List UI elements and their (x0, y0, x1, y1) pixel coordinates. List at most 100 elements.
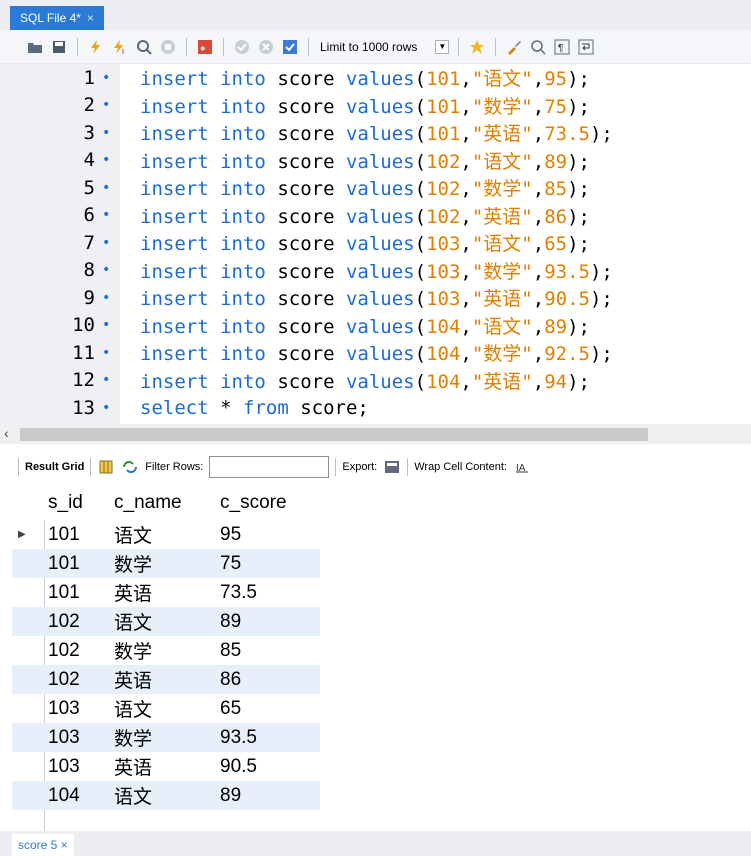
table-name: score (277, 68, 335, 91)
cell-s-id[interactable]: 102 (48, 640, 80, 662)
code-line[interactable]: 13 • select * from score; (0, 394, 751, 422)
save-icon[interactable] (50, 38, 68, 56)
table-row[interactable]: 101 英语 73.5 (12, 578, 320, 607)
result-grid-button[interactable]: Result Grid (25, 461, 84, 473)
cell-s-id[interactable]: 102 (48, 611, 80, 633)
close-icon[interactable]: × (61, 838, 68, 852)
cell-s-id[interactable]: 101 (48, 553, 80, 575)
table-row[interactable]: 103 数学 93.5 (12, 723, 320, 752)
limit-rows-select[interactable]: Limit to 1000 rows (320, 40, 417, 54)
code-line[interactable]: 6 • insert into score values(102,"英语",86); (0, 202, 751, 230)
export-icon[interactable] (383, 458, 401, 476)
filter-rows-input[interactable] (209, 456, 330, 478)
beautify-icon[interactable] (468, 38, 486, 56)
code-line[interactable]: 3 • insert into score values(101,"英语",73.5… (0, 119, 751, 147)
table-row[interactable]: 104 语文 89 (12, 781, 320, 810)
cell-c-name[interactable]: 英语 (114, 666, 152, 693)
table-row[interactable]: 101 数学 75 (12, 549, 320, 578)
code-punctuation (209, 233, 220, 255)
cell-s-id[interactable]: 102 (48, 669, 80, 691)
rollback-icon[interactable] (257, 38, 275, 56)
column-header-s-id[interactable]: s_id (48, 492, 83, 514)
code-line[interactable]: 12 • insert into score values(104,"英语",94)… (0, 367, 751, 395)
code-punctuation: ( (414, 178, 427, 201)
cell-c-score[interactable]: 75 (220, 553, 241, 575)
cell-c-score[interactable]: 90.5 (220, 756, 257, 778)
code-line[interactable]: 4 • insert into score values(102,"语文",89); (0, 147, 751, 175)
chevron-down-icon[interactable]: ▼ (435, 39, 450, 54)
cell-c-name[interactable]: 语文 (114, 521, 152, 548)
cell-s-id[interactable]: 101 (48, 582, 80, 604)
code-line[interactable]: 9 • insert into score values(103,"英语",90.5… (0, 284, 751, 312)
wrap-cell-icon[interactable]: IA (513, 458, 531, 476)
sql-editor[interactable]: 1 • insert into score values(101,"语文",95);… (0, 64, 751, 424)
close-icon[interactable]: × (87, 7, 94, 29)
statement-marker-icon: • (102, 234, 111, 251)
cell-c-name[interactable]: 数学 (114, 637, 152, 664)
code-text: insert into score values(102,"语文",89); (140, 147, 590, 174)
cell-c-score[interactable]: 95 (220, 524, 241, 546)
horizontal-scrollbar[interactable]: ‹ (0, 424, 751, 444)
code-line[interactable]: 7 • insert into score values(103,"语文",65); (0, 229, 751, 257)
cell-c-score[interactable]: 89 (220, 785, 241, 807)
cell-c-name[interactable]: 数学 (114, 724, 152, 751)
code-line[interactable]: 10 • insert into score values(104,"语文",89)… (0, 312, 751, 340)
grid-view-icon[interactable] (97, 458, 115, 476)
keyword-into: into (220, 95, 266, 118)
cell-c-name[interactable]: 英语 (114, 753, 152, 780)
refresh-icon[interactable] (121, 458, 139, 476)
value-name: "英语" (471, 370, 533, 393)
stop-icon[interactable] (159, 38, 177, 56)
table-row[interactable]: 102 英语 86 (12, 665, 320, 694)
tab-sql-file-4[interactable]: SQL File 4* × (10, 6, 104, 30)
cell-c-name[interactable]: 语文 (114, 608, 152, 635)
cell-c-score[interactable]: 85 (220, 640, 241, 662)
cell-c-score[interactable]: 93.5 (220, 727, 257, 749)
autocommit-icon[interactable] (281, 38, 299, 56)
invisible-chars-icon[interactable]: ¶ (553, 38, 571, 56)
table-name: score (277, 260, 335, 283)
value-score: 92.5 (544, 343, 590, 366)
column-header-c-score[interactable]: c_score (220, 492, 287, 514)
table-row[interactable]: 102 语文 89 (12, 607, 320, 636)
table-row[interactable]: 103 英语 90.5 (12, 752, 320, 781)
column-header-c-name[interactable]: c_name (114, 492, 182, 514)
execute-icon[interactable] (87, 38, 105, 56)
toggle-continue-icon[interactable]: ● (196, 38, 214, 56)
code-punctuation (209, 68, 220, 90)
cell-s-id[interactable]: 104 (48, 785, 80, 807)
cell-c-name[interactable]: 英语 (114, 579, 152, 606)
wrap-cell-label: Wrap Cell Content: (414, 461, 507, 473)
cell-s-id[interactable]: 103 (48, 698, 80, 720)
code-punctuation: , (532, 370, 545, 393)
cell-c-score[interactable]: 65 (220, 698, 241, 720)
brush-icon[interactable] (505, 38, 523, 56)
open-folder-icon[interactable] (26, 38, 44, 56)
cell-c-name[interactable]: 数学 (114, 550, 152, 577)
code-line[interactable]: 8 • insert into score values(103,"数学",93.5… (0, 257, 751, 285)
commit-icon[interactable] (233, 38, 251, 56)
cell-s-id[interactable]: 103 (48, 756, 80, 778)
scroll-left-icon[interactable]: ‹ (4, 425, 9, 441)
table-row[interactable]: 102 数学 85 (12, 636, 320, 665)
table-row[interactable]: ▶ 101 语文 95 (12, 520, 320, 549)
word-wrap-icon[interactable] (577, 38, 595, 56)
code-line[interactable]: 2 • insert into score values(101,"数学",75); (0, 92, 751, 120)
cell-c-score[interactable]: 73.5 (220, 582, 257, 604)
cell-c-name[interactable]: 语文 (114, 695, 152, 722)
cell-c-score[interactable]: 86 (220, 669, 241, 691)
explain-icon[interactable] (135, 38, 153, 56)
scrollbar-thumb[interactable] (20, 428, 648, 441)
execute-statement-icon[interactable]: I (111, 38, 129, 56)
cell-c-name[interactable]: 语文 (114, 782, 152, 809)
find-icon[interactable] (529, 38, 547, 56)
editor-tab-bar: SQL File 4* × (0, 0, 751, 30)
cell-c-score[interactable]: 89 (220, 611, 241, 633)
code-line[interactable]: 5 • insert into score values(102,"数学",85); (0, 174, 751, 202)
code-line[interactable]: 11 • insert into score values(104,"数学",92.… (0, 339, 751, 367)
table-row[interactable]: 103 语文 65 (12, 694, 320, 723)
cell-s-id[interactable]: 101 (48, 524, 80, 546)
code-line[interactable]: 1 • insert into score values(101,"语文",95); (0, 64, 751, 92)
cell-s-id[interactable]: 103 (48, 727, 80, 749)
tab-score-5[interactable]: score 5 × (12, 834, 74, 856)
